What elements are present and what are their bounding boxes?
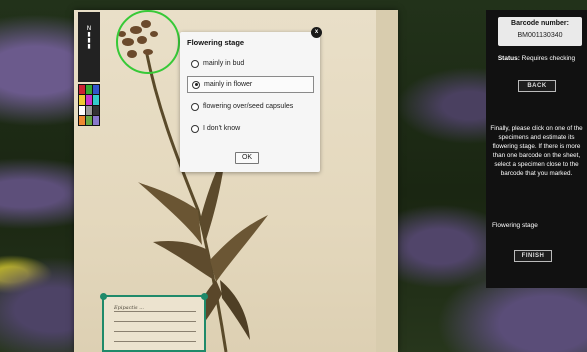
option-label: mainly in flower (204, 81, 253, 88)
option-flowering-over[interactable]: flowering over/seed capsules (187, 98, 314, 115)
label-handwriting: Epipactis ... (114, 305, 144, 311)
dialog-title: Flowering stage (187, 38, 245, 47)
barcode-box: Barcode number: BM001130340 (498, 17, 582, 46)
label-line (114, 331, 196, 332)
label-line (114, 321, 196, 322)
finish-button[interactable]: FINISH (514, 250, 552, 262)
selection-handle[interactable] (201, 293, 208, 300)
barcode-value: BM001130340 (517, 32, 563, 39)
close-icon[interactable]: x (311, 27, 322, 38)
option-label: flowering over/seed capsules (203, 103, 294, 110)
radio-button[interactable] (191, 124, 199, 133)
ok-button[interactable]: OK (235, 152, 259, 164)
barcode-title: Barcode number: (511, 20, 569, 27)
flowering-stage-dialog: Flowering stage mainly in bud mainly in … (180, 32, 320, 172)
radio-button[interactable] (191, 102, 199, 111)
marked-flower-highlight (116, 10, 180, 74)
status-line: Status: Requires checking (486, 55, 587, 62)
option-mainly-in-flower[interactable]: mainly in flower (187, 76, 314, 93)
label-line (114, 311, 196, 312)
flowering-stage-label: Flowering stage (492, 222, 538, 229)
option-label: I don't know (203, 125, 241, 132)
option-dont-know[interactable]: I don't know (187, 120, 314, 137)
selection-handle[interactable] (100, 293, 107, 300)
radio-button[interactable] (191, 59, 199, 68)
label-line (114, 341, 196, 342)
back-button[interactable]: BACK (518, 80, 556, 92)
specimen-label-selection[interactable]: Epipactis ... (100, 293, 208, 352)
instructions-text: Finally, please click on one of the spec… (490, 125, 583, 177)
radio-button-selected[interactable] (192, 80, 200, 89)
status-label: Status: (497, 55, 520, 62)
status-value: Requires checking (521, 55, 576, 62)
color-chart (78, 84, 100, 126)
option-label: mainly in bud (203, 60, 245, 67)
scale-ruler-marks: N ▮ ▮ ▮ (86, 25, 92, 50)
option-mainly-in-bud[interactable]: mainly in bud (187, 55, 314, 72)
